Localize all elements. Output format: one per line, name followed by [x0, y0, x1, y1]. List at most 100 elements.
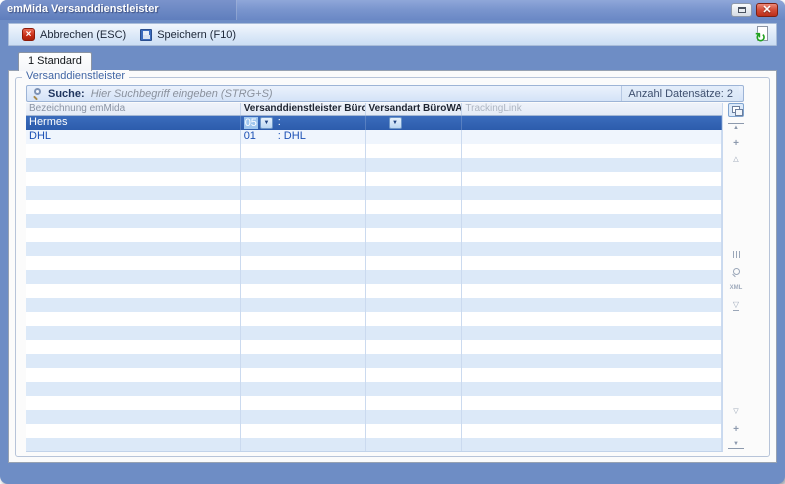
carrier-code-value[interactable]: 05 [244, 117, 258, 129]
cell-bezeichnung[interactable] [26, 172, 241, 186]
cell-versanddienstleister[interactable]: 05▼: [241, 116, 366, 130]
cell-trackinglink[interactable] [462, 186, 722, 200]
cell-versandart[interactable] [366, 270, 463, 284]
cell-trackinglink[interactable] [462, 172, 722, 186]
versandart-dropdown-button[interactable]: ▼ [389, 117, 402, 129]
cell-bezeichnung[interactable] [26, 326, 241, 340]
cell-trackinglink[interactable] [462, 242, 722, 256]
cell-bezeichnung[interactable] [26, 396, 241, 410]
cell-bezeichnung[interactable] [26, 144, 241, 158]
cell-versandart[interactable] [366, 424, 463, 438]
cell-bezeichnung[interactable] [26, 228, 241, 242]
cell-trackinglink[interactable] [462, 298, 722, 312]
cell-versandart[interactable] [366, 438, 463, 452]
cell-trackinglink[interactable] [462, 270, 722, 284]
cell-versanddienstleister[interactable] [241, 326, 366, 340]
cell-trackinglink[interactable] [462, 396, 722, 410]
scroll-top-icon[interactable]: ▲ [728, 123, 744, 131]
table-row[interactable] [26, 256, 722, 270]
cell-bezeichnung[interactable] [26, 158, 241, 172]
cell-bezeichnung[interactable] [26, 270, 241, 284]
column-header-0[interactable]: Bezeichnung emMida [26, 103, 241, 115]
cell-versanddienstleister[interactable] [241, 424, 366, 438]
column-header-2[interactable]: Versandart BüroWARE [366, 103, 463, 115]
cell-versanddienstleister[interactable] [241, 382, 366, 396]
xml-icon[interactable]: XML [728, 285, 744, 291]
cell-trackinglink[interactable] [462, 144, 722, 158]
cell-versanddienstleister[interactable] [241, 172, 366, 186]
search-input[interactable]: Hier Suchbegriff eingeben (STRG+S) [91, 88, 622, 100]
table-row[interactable] [26, 382, 722, 396]
cell-bezeichnung[interactable] [26, 186, 241, 200]
cell-trackinglink[interactable] [462, 382, 722, 396]
table-row[interactable] [26, 172, 722, 186]
insert-down-icon[interactable]: + [728, 425, 744, 435]
scroll-bottom-icon[interactable]: ▼ [728, 441, 744, 449]
cell-versandart[interactable] [366, 158, 463, 172]
table-row[interactable] [26, 228, 722, 242]
cell-trackinglink[interactable] [462, 130, 722, 144]
cell-bezeichnung[interactable]: Hermes [26, 116, 241, 130]
cell-versandart[interactable] [366, 382, 463, 396]
cell-versandart[interactable] [366, 368, 463, 382]
cell-versanddienstleister[interactable] [241, 256, 366, 270]
cell-trackinglink[interactable] [462, 438, 722, 452]
cell-versanddienstleister[interactable]: 01: DHL [241, 130, 366, 144]
table-row[interactable] [26, 242, 722, 256]
cell-trackinglink[interactable] [462, 340, 722, 354]
cell-versanddienstleister[interactable] [241, 186, 366, 200]
cell-bezeichnung[interactable] [26, 284, 241, 298]
cell-trackinglink[interactable] [462, 424, 722, 438]
cell-versandart[interactable] [366, 396, 463, 410]
cell-versandart[interactable]: ▼ [366, 116, 463, 130]
cell-trackinglink[interactable] [462, 368, 722, 382]
cell-trackinglink[interactable] [462, 284, 722, 298]
cell-versanddienstleister[interactable] [241, 438, 366, 452]
table-row[interactable] [26, 186, 722, 200]
cell-versanddienstleister[interactable] [241, 284, 366, 298]
cell-bezeichnung[interactable] [26, 354, 241, 368]
cell-trackinglink[interactable] [462, 410, 722, 424]
cell-versanddienstleister[interactable] [241, 200, 366, 214]
cell-versandart[interactable] [366, 200, 463, 214]
cell-versandart[interactable] [366, 340, 463, 354]
cell-trackinglink[interactable] [462, 200, 722, 214]
cell-bezeichnung[interactable] [26, 438, 241, 452]
cell-versanddienstleister[interactable] [241, 144, 366, 158]
cell-bezeichnung[interactable] [26, 410, 241, 424]
table-row[interactable] [26, 158, 722, 172]
cell-versandart[interactable] [366, 186, 463, 200]
table-row[interactable]: DHL01: DHL [26, 130, 722, 144]
cell-bezeichnung[interactable] [26, 312, 241, 326]
cell-bezeichnung[interactable] [26, 242, 241, 256]
refresh-document-icon[interactable]: ↻ [755, 26, 770, 43]
cell-versandart[interactable] [366, 284, 463, 298]
cell-versandart[interactable] [366, 228, 463, 242]
cell-trackinglink[interactable] [462, 116, 722, 130]
cell-trackinglink[interactable] [462, 354, 722, 368]
cell-bezeichnung[interactable] [26, 340, 241, 354]
column-header-1[interactable]: Versanddienstleister BüroWARE [241, 103, 366, 115]
cell-versanddienstleister[interactable] [241, 340, 366, 354]
cell-versanddienstleister[interactable] [241, 298, 366, 312]
table-row[interactable] [26, 438, 722, 452]
table-row[interactable] [26, 200, 722, 214]
page-down-icon[interactable]: ▽ [728, 408, 744, 415]
cell-versandart[interactable] [366, 410, 463, 424]
table-row[interactable] [26, 410, 722, 424]
cell-versandart[interactable] [366, 256, 463, 270]
carrier-code-dropdown-button[interactable]: ▼ [260, 117, 273, 129]
table-row[interactable] [26, 298, 722, 312]
table-row[interactable] [26, 284, 722, 298]
column-settings-icon[interactable] [728, 251, 744, 258]
cell-versanddienstleister[interactable] [241, 354, 366, 368]
table-row[interactable] [26, 144, 722, 158]
cell-versandart[interactable] [366, 312, 463, 326]
cell-bezeichnung[interactable] [26, 298, 241, 312]
cell-trackinglink[interactable] [462, 214, 722, 228]
carrier-code-value[interactable]: 01 [244, 130, 259, 143]
tab-standard[interactable]: 1 Standard [18, 52, 92, 71]
cell-versanddienstleister[interactable] [241, 242, 366, 256]
cell-versanddienstleister[interactable] [241, 228, 366, 242]
cell-bezeichnung[interactable] [26, 382, 241, 396]
